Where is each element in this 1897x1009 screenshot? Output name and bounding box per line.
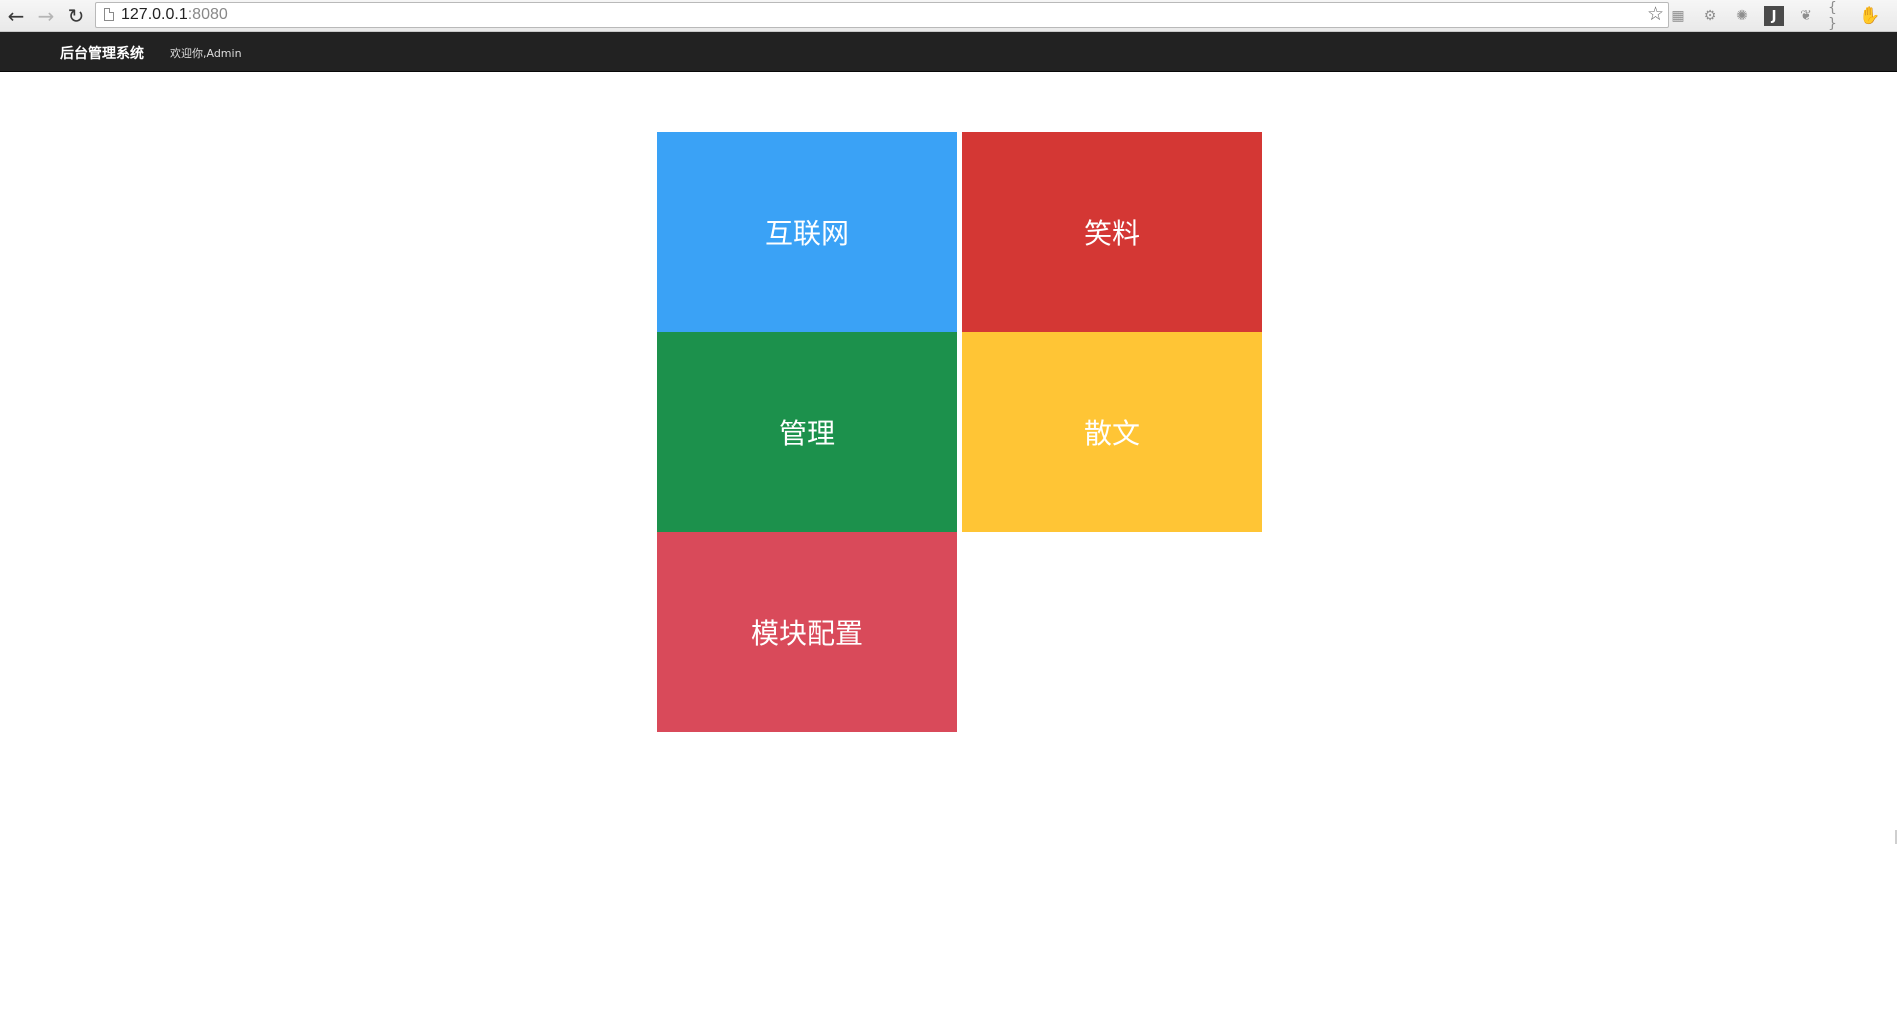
tile-management[interactable]: 管理 <box>657 332 957 532</box>
tile-prose[interactable]: 散文 <box>962 332 1262 532</box>
tile-label: 散文 <box>1083 417 1140 450</box>
tile-label: 模块配置 <box>750 617 863 650</box>
tile-label: 互联网 <box>764 217 849 250</box>
tile-module-config[interactable]: 模块配置 <box>657 532 957 732</box>
module-tiles: 互联网 笑料 管理 散文 模块配置 <box>0 0 1897 1009</box>
tile-internet[interactable]: 互联网 <box>657 132 957 332</box>
tile-jokes[interactable]: 笑料 <box>962 132 1262 332</box>
tile-label: 笑料 <box>1083 217 1140 250</box>
tile-label: 管理 <box>778 417 835 450</box>
